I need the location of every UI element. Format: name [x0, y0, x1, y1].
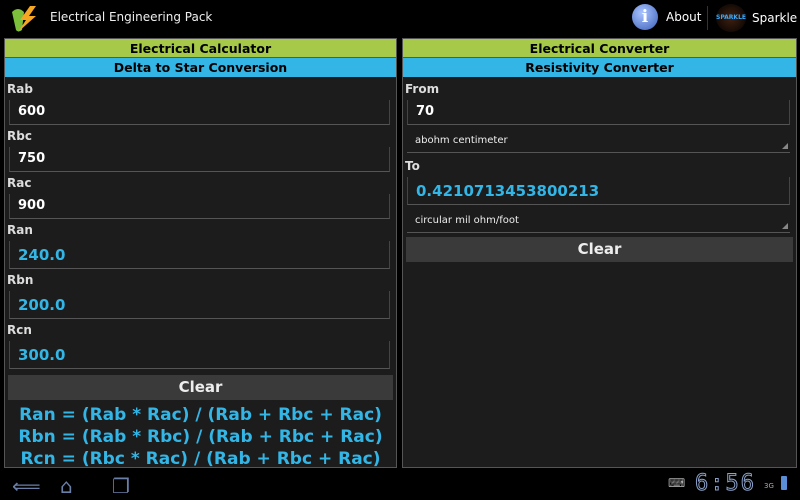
to-unit-dropdown[interactable]: circular mil ohm/foot [407, 211, 790, 233]
formula-ran: Ran = (Rab * Rac) / (Rab + Rbc + Rac) [19, 405, 382, 425]
back-icon[interactable]: ⟸ [12, 474, 41, 498]
info-icon: i [632, 4, 658, 30]
from-unit-dropdown[interactable]: abohm centimeter [407, 131, 790, 153]
converter-panel: Electrical Converter Resistivity Convert… [402, 38, 797, 468]
from-label: From [405, 82, 440, 96]
action-bar: Electrical Engineering Pack i About SPAR… [0, 0, 800, 36]
sparkle-button[interactable]: SPARKLE Sparkle [716, 4, 797, 32]
app-title: Electrical Engineering Pack [50, 10, 213, 24]
rab-label: Rab [7, 82, 33, 96]
formula-rbn: Rbn = (Rab * Rbc) / (Rab + Rbc + Rac) [18, 427, 383, 447]
home-icon[interactable]: ⌂ [60, 474, 73, 498]
about-label: About [666, 10, 702, 24]
rbc-label: Rbc [7, 129, 32, 143]
converter-subheader: Resistivity Converter [403, 58, 796, 77]
sparkle-logo-icon: SPARKLE [716, 4, 746, 32]
converter-header: Electrical Converter [403, 39, 796, 58]
network-indicator: 3G [764, 482, 774, 490]
to-output: 0.4210713453800213 [407, 177, 790, 205]
system-bar: ⟸ ⌂ ❐ ⌨ 6:56 3G [0, 468, 800, 500]
calculator-panel: Electrical Calculator Delta to Star Conv… [4, 38, 397, 468]
formula-rcn: Rcn = (Rbc * Rac) / (Rab + Rbc + Rac) [20, 449, 381, 468]
rbc-input[interactable]: 750 [9, 147, 390, 172]
rac-label: Rac [7, 176, 32, 190]
clear-button[interactable]: Clear [8, 375, 393, 400]
rbn-output: 200.0 [9, 291, 390, 319]
to-label: To [405, 159, 420, 173]
rcn-output: 300.0 [9, 341, 390, 369]
converter-clear-button[interactable]: Clear [406, 237, 793, 262]
from-input[interactable]: 70 [407, 100, 790, 125]
calculator-subheader: Delta to Star Conversion [5, 58, 396, 77]
about-button[interactable]: i About [632, 4, 701, 30]
keyboard-icon: ⌨ [668, 476, 686, 490]
recent-apps-icon[interactable]: ❐ [112, 474, 130, 498]
rbn-label: Rbn [7, 273, 34, 287]
ran-label: Ran [7, 223, 33, 237]
app-logo-icon [8, 4, 40, 34]
rcn-label: Rcn [7, 323, 32, 337]
rac-input[interactable]: 900 [9, 194, 390, 219]
rab-input[interactable]: 600 [9, 100, 390, 125]
battery-icon [781, 476, 787, 490]
clock: 6:56 [695, 471, 756, 497]
divider [707, 6, 708, 30]
sparkle-label: Sparkle [752, 11, 798, 25]
ran-output: 240.0 [9, 241, 390, 269]
calculator-header: Electrical Calculator [5, 39, 396, 58]
